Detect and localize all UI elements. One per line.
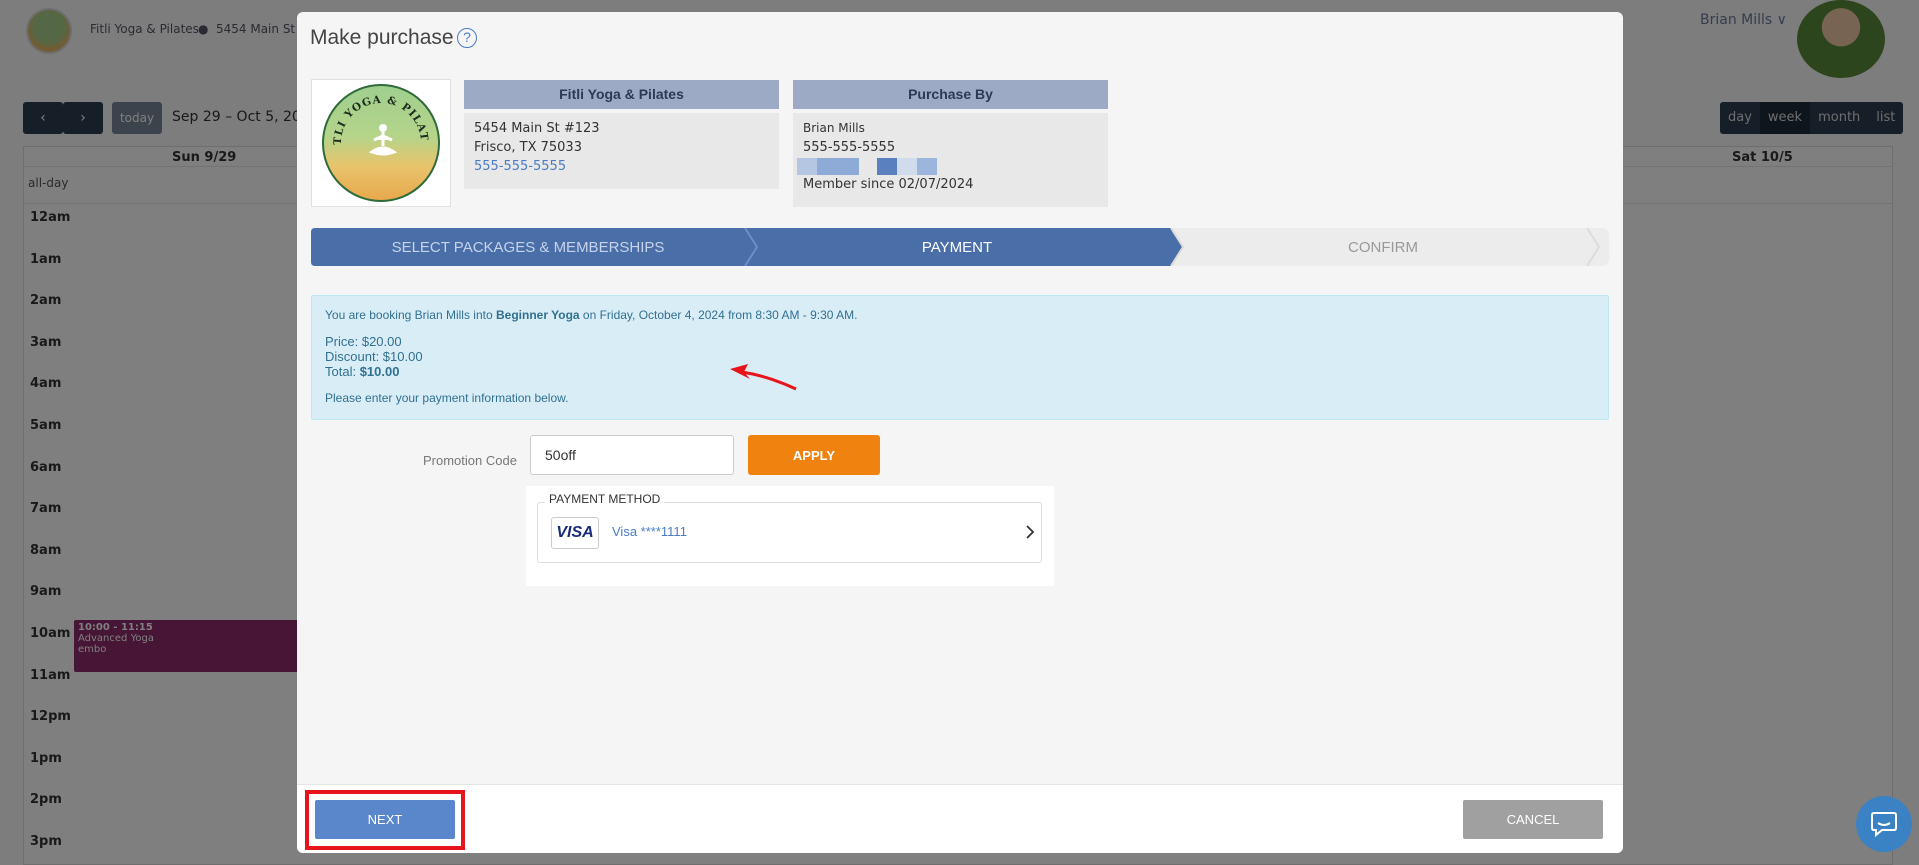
chat-widget-button[interactable] [1856,796,1912,852]
discount-line: Discount: $10.00 [325,349,423,364]
promotion-code-input[interactable] [530,435,734,475]
studio-card-header: Fitli Yoga & Pilates [464,80,779,109]
studio-card-body: 5454 Main St #123 Frisco, TX 75033 555-5… [464,113,779,189]
payment-method-section: VISA Visa ****1111 PAYMENT METHOD [526,486,1054,586]
purchase-by-card: Purchase By Brian Mills 555-555-5555 Mem… [793,80,1108,207]
purchase-by-header: Purchase By [793,80,1108,109]
member-since: Member since 02/07/2024 [803,177,974,192]
step-select-packages[interactable]: SELECT PACKAGES & MEMBERSHIPS [311,228,745,266]
booking-info-alert: You are booking Brian Mills into Beginne… [311,295,1609,420]
purchaser-phone: 555-555-5555 [803,140,896,155]
total-value: $10.00 [359,364,400,379]
purchaser-name: Brian Mills [803,121,865,135]
meditation-figure-icon [368,124,398,156]
make-purchase-modal: Make purchase ? FITLI YOGA & PILATES Fit… [297,12,1623,853]
step-confirm[interactable]: CONFIRM [1183,228,1583,266]
studio-logo-box: FITLI YOGA & PILATES [311,79,451,207]
total-line: Total: $10.00 [325,364,1595,379]
annotation-arrow-icon [730,364,797,391]
chevron-right-icon [1026,525,1035,539]
payment-card-label: Visa ****1111 [612,524,687,539]
promotion-code-label: Promotion Code [423,453,517,468]
studio-logo: FITLI YOGA & PILATES [322,84,440,202]
booking-summary: You are booking Brian Mills into Beginne… [325,308,1595,322]
studio-address-line2: Frisco, TX 75033 [474,140,582,155]
studio-info-card: Fitli Yoga & Pilates 5454 Main St #123 F… [464,80,779,189]
price-line: Price: $20.00 [325,334,402,349]
question-circle-icon[interactable]: ? [457,28,477,48]
purchase-by-body: Brian Mills 555-555-5555 Member since 02… [793,113,1108,207]
payment-method-legend: PAYMENT METHOD [545,492,665,506]
payment-method-selector[interactable]: VISA Visa ****1111 [537,502,1042,563]
modal-title: Make purchase [310,26,454,49]
studio-address-line1: 5454 Main St #123 [474,121,600,136]
total-label: Total: [325,364,360,379]
booking-class-name: Beginner Yoga [496,308,580,322]
studio-phone-link[interactable]: 555-555-5555 [474,157,769,176]
visa-card-icon: VISA [551,517,599,549]
modal-footer: NEXT CANCEL [297,784,1623,853]
apply-promo-button[interactable]: APPLY [748,435,880,475]
payment-instructions: Please enter your payment information be… [325,391,569,405]
next-button-highlight [305,790,465,850]
redacted-email [797,158,1098,175]
booking-prefix: You are booking Brian Mills into [325,308,496,322]
step-payment[interactable]: PAYMENT [745,228,1169,266]
cancel-button[interactable]: CANCEL [1463,800,1603,839]
booking-suffix: on Friday, October 4, 2024 from 8:30 AM … [579,308,858,322]
chat-bubble-icon [1871,812,1897,838]
